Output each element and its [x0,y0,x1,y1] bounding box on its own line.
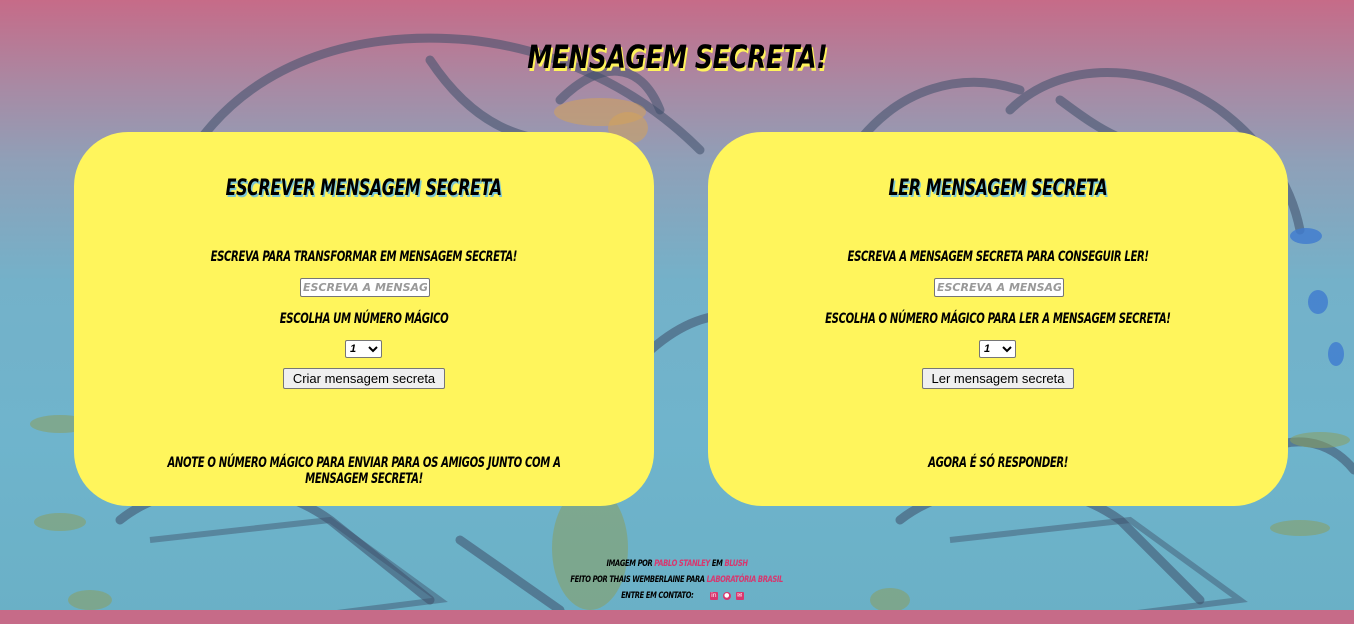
decode-input-label: Escreva a mensagem secreta para consegui… [847,249,1149,265]
footer-made-prefix: Feito por Thais Wemberlaine para [570,575,706,585]
create-secret-message-button[interactable]: Criar mensagem secreta [283,368,445,389]
encode-input-label: Escreva para transformar em mensagem sec… [210,249,518,265]
footer-contact: Entre em contato: in ● ✉ [0,588,1354,604]
read-secret-message-button[interactable]: Ler mensagem secreta [922,368,1074,389]
encode-message-input[interactable] [300,278,430,297]
github-icon[interactable]: ● [722,591,731,600]
bottom-bar [0,610,1354,624]
encode-number-label: Escolha um número mágico [279,311,449,327]
decode-number-select[interactable]: 1 [979,340,1016,358]
encode-card-title: Escrever mensagem secreta [226,176,502,201]
encode-card: Escrever mensagem secreta Escreva para t… [74,132,654,506]
decode-card-title: Ler mensagem secreta [888,176,1108,201]
image-source-link[interactable]: Blush [724,559,748,569]
encode-note: Anote o número mágico para enviar para o… [167,455,561,487]
decode-card: Ler mensagem secreta Escreva a mensagem … [708,132,1288,506]
linkedin-icon[interactable]: in [709,591,718,600]
image-author-link[interactable]: Pablo Stanley [654,559,710,569]
footer-image-mid: em [711,559,723,569]
footer: Imagem por Pablo Stanley em Blush Feito … [0,556,1354,604]
encode-number-select[interactable]: 1 [345,340,382,358]
decode-message-input[interactable] [934,278,1064,297]
footer-image-credit: Imagem por Pablo Stanley em Blush [0,556,1354,572]
footer-made-by: Feito por Thais Wemberlaine para Laborat… [0,572,1354,588]
decode-note: Agora é só responder! [928,455,1068,471]
decode-number-label: Escolha o número mágico para ler a mensa… [825,311,1171,327]
organization-link[interactable]: Laboratória Brasil [707,575,784,585]
page-title: Mensagem secreta! [527,38,827,76]
email-icon[interactable]: ✉ [735,591,744,600]
footer-image-prefix: Imagem por [606,559,653,569]
contact-label: Entre em contato: [621,591,695,601]
